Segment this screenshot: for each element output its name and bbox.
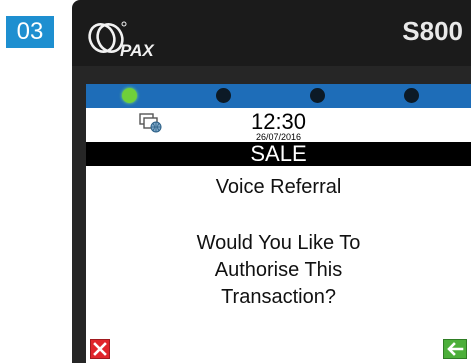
prompt-line: Would You Like To: [196, 232, 361, 254]
pax-logo: PAX: [80, 16, 180, 66]
terminal-screen: 12:30 26/07/2016 SALE Voice Referral Wou…: [86, 84, 471, 363]
arrow-left-icon: [447, 342, 464, 356]
enter-button[interactable]: [443, 339, 467, 359]
led-indicator-3: [310, 88, 325, 103]
device-model-label: S800: [402, 16, 463, 46]
brand-name: PAX: [120, 41, 155, 60]
cancel-button[interactable]: [90, 339, 110, 359]
led-indicator-4: [404, 88, 419, 103]
authorise-prompt: Would You Like To Authorise This Transac…: [86, 230, 471, 311]
referral-subtitle: Voice Referral: [215, 176, 342, 198]
cancel-x-icon: [93, 342, 107, 356]
led-indicator-bar: [86, 84, 471, 108]
led-indicator-1: [122, 88, 137, 103]
step-number-badge: 03: [6, 16, 54, 48]
pax-logo-icon: PAX: [88, 21, 155, 60]
led-indicator-2: [216, 88, 231, 103]
transaction-type-title: SALE: [86, 142, 471, 166]
prompt-line: Authorise This: [214, 259, 343, 281]
prompt-line: Transaction?: [221, 286, 336, 308]
status-row: 12:30 26/07/2016: [86, 108, 471, 142]
